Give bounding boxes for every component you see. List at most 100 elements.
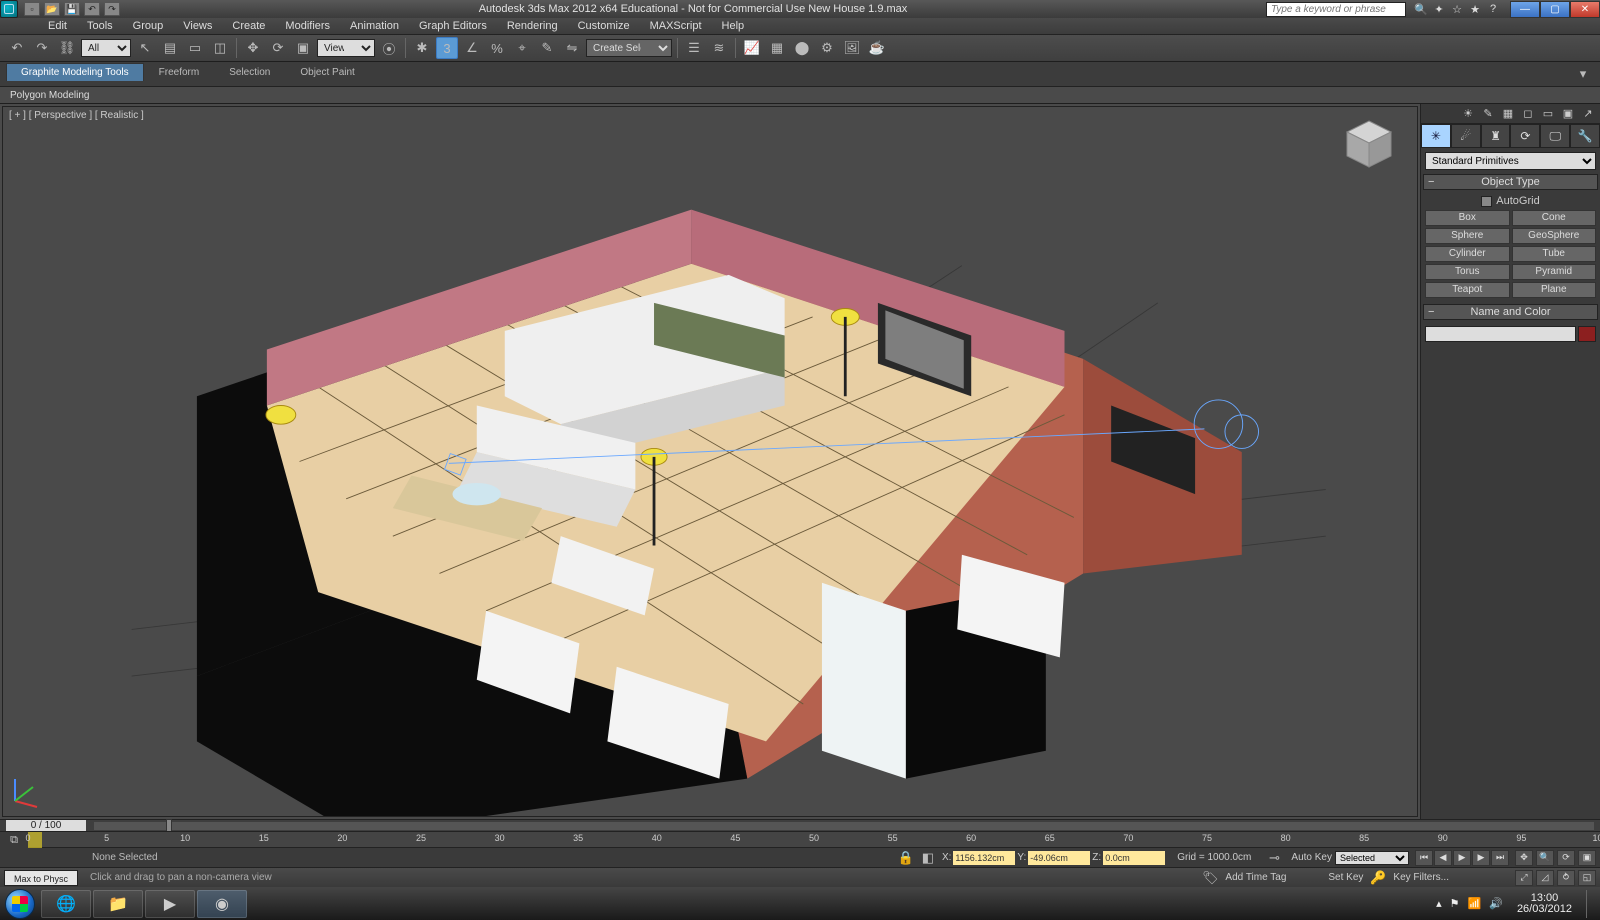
- prim-tube[interactable]: Tube: [1512, 246, 1597, 262]
- favorite-icon[interactable]: ★: [1468, 2, 1482, 16]
- prim-cone[interactable]: Cone: [1512, 210, 1597, 226]
- menu-modifiers[interactable]: Modifiers: [275, 18, 340, 35]
- time-ruler[interactable]: ⧉ 05101520253035404550556065707580859095…: [0, 831, 1600, 847]
- redo-icon[interactable]: ↷: [31, 37, 53, 59]
- undo-icon[interactable]: ↶: [84, 2, 100, 16]
- mirror-icon[interactable]: ⇋: [561, 37, 583, 59]
- ribbon-tab-graphite[interactable]: Graphite Modeling Tools: [6, 63, 144, 81]
- prim-sphere[interactable]: Sphere: [1425, 228, 1510, 244]
- close-button[interactable]: ✕: [1570, 1, 1600, 18]
- goto-start-icon[interactable]: ⏮: [1415, 850, 1433, 866]
- menu-tools[interactable]: Tools: [77, 18, 123, 35]
- rollout-object-type[interactable]: −Object Type: [1423, 174, 1598, 190]
- task-wmp[interactable]: ▶: [145, 890, 195, 918]
- menu-edit[interactable]: Edit: [38, 18, 77, 35]
- coord-y-input[interactable]: [1028, 851, 1090, 865]
- scale-icon[interactable]: ▣: [292, 37, 314, 59]
- rendered-frame-icon[interactable]: 🖼: [841, 37, 863, 59]
- viewport-label[interactable]: [ + ] [ Perspective ] [ Realistic ]: [9, 110, 144, 121]
- autogrid-checkbox[interactable]: [1481, 196, 1492, 207]
- ref-coord-select[interactable]: View: [317, 39, 375, 57]
- mini-curve-editor-icon[interactable]: ⧉: [0, 832, 28, 848]
- prim-plane[interactable]: Plane: [1512, 282, 1597, 298]
- tab-display[interactable]: 🖵: [1540, 124, 1570, 147]
- coord-z-input[interactable]: [1103, 851, 1165, 865]
- nav-pan-icon[interactable]: ✥: [1515, 850, 1533, 866]
- ribbon-tab-selection[interactable]: Selection: [214, 63, 285, 81]
- start-button[interactable]: [0, 887, 40, 920]
- frame-display[interactable]: 0 / 100: [6, 820, 86, 832]
- minimize-button[interactable]: —: [1510, 1, 1540, 18]
- task-3dsmax[interactable]: ◉: [197, 890, 247, 918]
- tray-clock[interactable]: 13:00 26/03/2012: [1511, 893, 1578, 915]
- expand-icon[interactable]: ↗: [1580, 106, 1596, 122]
- curve-editor-icon[interactable]: 📈: [741, 37, 763, 59]
- menu-grapheditors[interactable]: Graph Editors: [409, 18, 497, 35]
- tray-flag-icon[interactable]: ⚑: [1450, 897, 1460, 910]
- nav-zoom-icon[interactable]: 🔍: [1536, 850, 1554, 866]
- ribbon-tab-objectpaint[interactable]: Object Paint: [285, 63, 369, 81]
- schematic-icon[interactable]: ▦: [766, 37, 788, 59]
- rotate-icon[interactable]: ⟳: [267, 37, 289, 59]
- move-icon[interactable]: ✥: [242, 37, 264, 59]
- search-icon[interactable]: 🔍: [1414, 2, 1428, 16]
- rollout-name-color[interactable]: −Name and Color: [1423, 304, 1598, 320]
- layers-small-icon[interactable]: ▦: [1500, 106, 1516, 122]
- select-name-icon[interactable]: ▤: [159, 37, 181, 59]
- nav-zoom-extents-icon[interactable]: ⤢: [1515, 870, 1533, 886]
- subscription-icon[interactable]: ✦: [1432, 2, 1446, 16]
- prim-cylinder[interactable]: Cylinder: [1425, 246, 1510, 262]
- time-tag-icon[interactable]: 🏷: [1201, 871, 1219, 885]
- object-name-input[interactable]: [1425, 326, 1576, 342]
- goto-end-icon[interactable]: ⏭: [1491, 850, 1509, 866]
- primitive-category-select[interactable]: Standard Primitives: [1425, 152, 1596, 170]
- task-explorer[interactable]: 📁: [93, 890, 143, 918]
- nav-roll-icon[interactable]: ⥁: [1557, 870, 1575, 886]
- ribbon-subpanel[interactable]: Polygon Modeling: [0, 87, 1600, 104]
- link-icon[interactable]: ⛓: [56, 37, 78, 59]
- tray-network-icon[interactable]: 📶: [1468, 897, 1482, 910]
- menu-group[interactable]: Group: [123, 18, 174, 35]
- autokey-label[interactable]: Auto Key: [1291, 852, 1332, 863]
- nav-maxtoggle-icon[interactable]: ◱: [1578, 870, 1596, 886]
- tab-create[interactable]: ✳: [1421, 124, 1451, 147]
- menu-maxscript[interactable]: MAXScript: [640, 18, 712, 35]
- key-mode-icon[interactable]: ⊸: [1263, 851, 1285, 865]
- prim-torus[interactable]: Torus: [1425, 264, 1510, 280]
- undo-icon[interactable]: ↶: [6, 37, 28, 59]
- tab-modify[interactable]: ☄: [1451, 124, 1481, 147]
- maxscript-mini-button[interactable]: Max to Physc: [4, 870, 78, 886]
- key-mode-select[interactable]: Selected: [1335, 851, 1409, 865]
- prim-pyramid[interactable]: Pyramid: [1512, 264, 1597, 280]
- edit-selset-icon[interactable]: ✎: [536, 37, 558, 59]
- nav-max-icon[interactable]: ▣: [1578, 850, 1596, 866]
- layers-icon[interactable]: ≋: [708, 37, 730, 59]
- percent-snap-icon[interactable]: %: [486, 37, 508, 59]
- window-cross-icon[interactable]: ◫: [209, 37, 231, 59]
- angle-snap-icon[interactable]: ∠: [461, 37, 483, 59]
- help-search-input[interactable]: [1266, 2, 1406, 17]
- menu-animation[interactable]: Animation: [340, 18, 409, 35]
- prev-frame-icon[interactable]: ◀: [1434, 850, 1452, 866]
- light-icon[interactable]: ☀: [1460, 106, 1476, 122]
- coord-x-input[interactable]: [953, 851, 1015, 865]
- play-icon[interactable]: ▶: [1453, 850, 1471, 866]
- align-icon[interactable]: ☰: [683, 37, 705, 59]
- menu-rendering[interactable]: Rendering: [497, 18, 568, 35]
- tab-hierarchy[interactable]: ♜: [1481, 124, 1511, 147]
- selection-set-select[interactable]: Create Selection Se: [586, 39, 672, 57]
- ribbon-collapse-icon[interactable]: ▾: [1574, 66, 1592, 82]
- save-icon[interactable]: 💾: [64, 2, 80, 16]
- menu-views[interactable]: Views: [173, 18, 222, 35]
- tab-motion[interactable]: ⟳: [1510, 124, 1540, 147]
- isolate-icon[interactable]: ◧: [920, 851, 936, 865]
- render-icon[interactable]: ☕: [866, 37, 888, 59]
- viewport[interactable]: [ + ] [ Perspective ] [ Realistic ]: [2, 106, 1418, 817]
- task-ie[interactable]: 🌐: [41, 890, 91, 918]
- screen-icon[interactable]: ▭: [1540, 106, 1556, 122]
- selection-filter-select[interactable]: All: [81, 39, 131, 57]
- setkey-label[interactable]: Set Key: [1328, 872, 1363, 883]
- safe-frame-icon[interactable]: ▣: [1560, 106, 1576, 122]
- open-icon[interactable]: 📂: [44, 2, 60, 16]
- help-icon[interactable]: ?: [1486, 2, 1500, 16]
